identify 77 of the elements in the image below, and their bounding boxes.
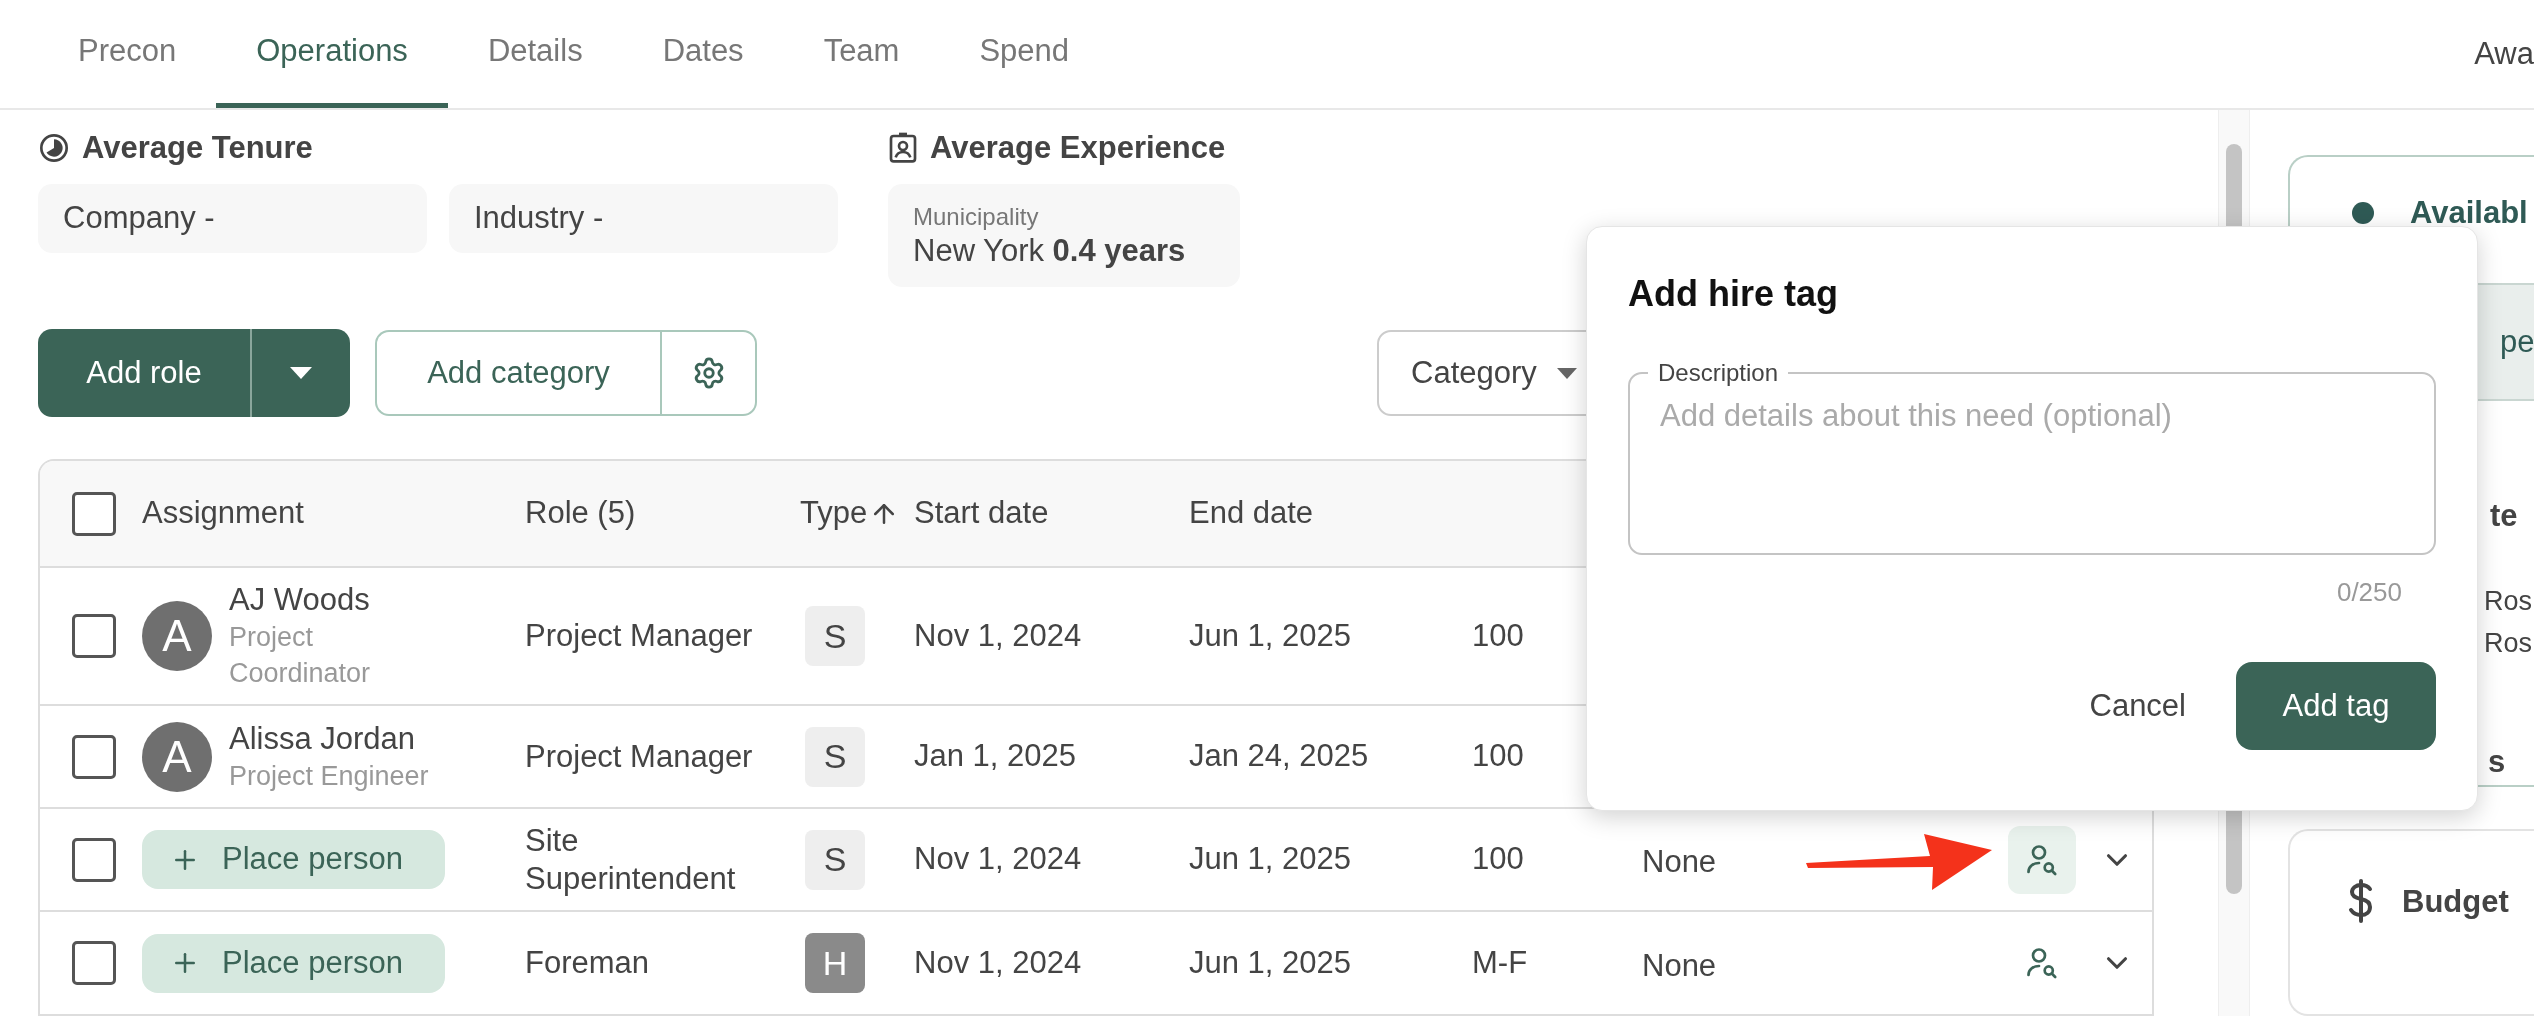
cancel-button[interactable]: Cancel	[2089, 662, 2186, 750]
header-link[interactable]: Awa	[2474, 30, 2534, 78]
column-header[interactable]: Type	[800, 490, 868, 537]
list-text: Ros	[2484, 584, 2532, 618]
checkbox[interactable]	[72, 941, 116, 985]
place-person-button[interactable]: Place person	[142, 933, 445, 993]
tab[interactable]: Dates	[622, 0, 784, 108]
stat-value: New York 0.4 years	[913, 231, 1187, 270]
stat-label: Municipality	[913, 201, 1040, 232]
table-cell-text: Foreman	[525, 944, 651, 982]
type-badge: H	[805, 933, 865, 993]
card-heading: te	[2489, 497, 2519, 535]
add-category-button[interactable]: Add category	[375, 330, 660, 416]
table-cell-text: Jun 1, 2025	[1189, 616, 1353, 655]
checkbox[interactable]	[72, 734, 116, 779]
table-cell-text: None	[1642, 843, 1717, 882]
table-cell-text: Project Manager	[525, 617, 754, 655]
settings-button[interactable]	[660, 330, 757, 416]
table-cell-text: 100	[1472, 737, 1525, 776]
list-text: Ros	[2484, 626, 2532, 660]
table-cell-text: Jan 24, 2025	[1189, 737, 1370, 776]
stat-card: Company -	[38, 184, 427, 253]
table-cell-text: Nov 1, 2024	[914, 840, 1083, 879]
caret-icon	[290, 367, 312, 379]
table-cell-text: Site Superintendent	[525, 821, 737, 898]
dropdown-button[interactable]	[250, 329, 350, 417]
character-counter: 0/250	[2336, 576, 2402, 609]
column-header[interactable]: End date	[1189, 490, 1314, 537]
place-person-button[interactable]: Place person	[142, 830, 445, 889]
checkbox[interactable]	[72, 614, 116, 658]
add-tag-button[interactable]: Add tag	[2236, 662, 2436, 750]
avatar: A	[142, 601, 212, 671]
add-role-button[interactable]: Add role	[38, 329, 250, 417]
type-badge: S	[805, 726, 865, 787]
person-title: Project Engineer	[229, 759, 430, 793]
table-cell-text: Project Manager	[525, 737, 754, 776]
tab[interactable]: Team	[783, 0, 940, 108]
tab[interactable]: Details	[447, 0, 623, 108]
person-title: Project Coordinator	[229, 621, 372, 690]
table-cell-text: M-F	[1472, 943, 1529, 982]
popup-title: Add hire tag	[1628, 272, 1839, 316]
card-title: Availabl	[2410, 193, 2528, 232]
card-footer-text: s	[2487, 742, 2507, 781]
highlight-text: pe	[2500, 322, 2534, 361]
table-cell-text: 100	[1472, 616, 1525, 655]
id-badge-icon	[888, 132, 918, 164]
person-name: Alissa Jordan	[229, 719, 417, 758]
description-input[interactable]: Add details about this need (optional)	[1650, 391, 2414, 486]
checkbox[interactable]	[72, 491, 116, 536]
tab[interactable]: Spend	[939, 0, 1110, 108]
table-cell-text: Jan 1, 2025	[914, 737, 1078, 776]
status-dot-icon	[2352, 202, 2374, 224]
checkbox[interactable]	[72, 837, 116, 882]
table-cell-text: None	[1642, 946, 1717, 985]
tab[interactable]: Operations	[216, 0, 448, 108]
hire-tag-button[interactable]	[2008, 825, 2076, 894]
column-header[interactable]: Start date	[914, 490, 1049, 537]
avatar: A	[142, 721, 212, 792]
type-badge: S	[805, 606, 865, 666]
table-cell-text: Nov 1, 2024	[914, 616, 1083, 655]
caret-icon	[1556, 367, 1577, 379]
column-header[interactable]: Assignment	[142, 490, 304, 537]
field-label: Description	[1657, 358, 1780, 388]
table-cell-text: Jun 1, 2025	[1189, 840, 1353, 879]
person-name: AJ Woods	[229, 581, 371, 619]
table-cell-text: Nov 1, 2024	[914, 943, 1083, 982]
section-title: Average Tenure	[82, 128, 313, 167]
dollar-icon	[2348, 879, 2374, 923]
stat-card: Industry -	[449, 184, 838, 253]
type-badge: S	[805, 829, 865, 890]
tab[interactable]: Precon	[38, 0, 217, 108]
section-title: Average Experience	[930, 128, 1226, 167]
column-header[interactable]: Role (5)	[525, 490, 636, 537]
table-cell-text: Jun 1, 2025	[1189, 943, 1353, 982]
pie-chart-icon	[38, 132, 70, 164]
table-cell-text: 100	[1472, 840, 1525, 879]
card-title: Budget	[2402, 883, 2509, 921]
